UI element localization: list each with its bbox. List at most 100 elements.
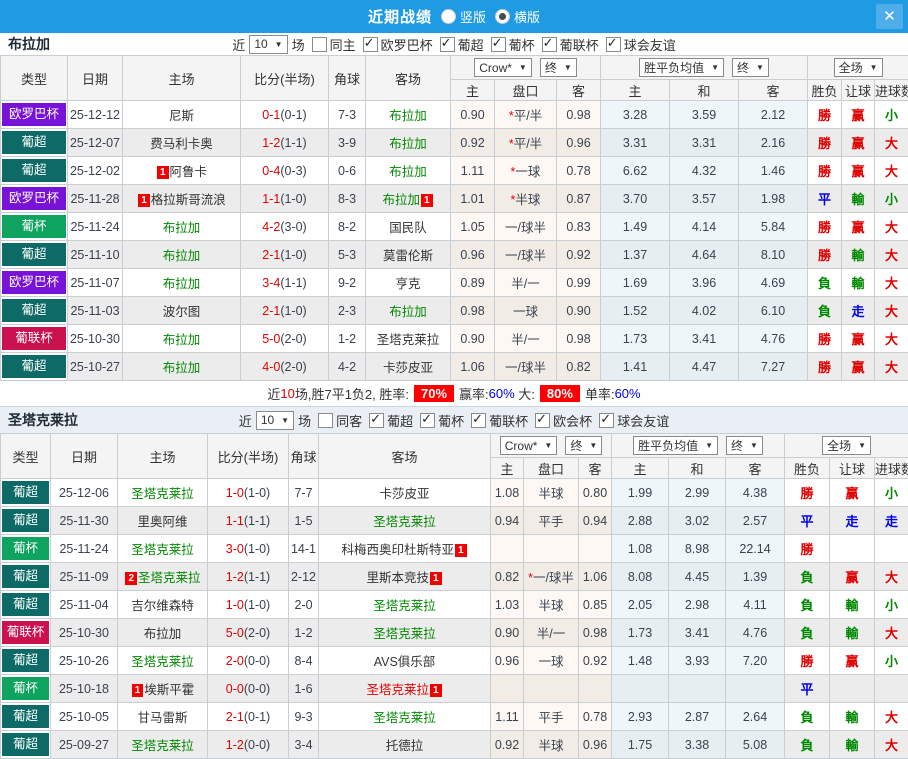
league-filter-checkbox-label[interactable]: 球会友谊 <box>617 411 669 430</box>
league-type-cell: 欧罗巴杯 <box>1 269 68 297</box>
score-cell: 2-0(0-0) <box>208 647 289 675</box>
layout-radio-vertical-label[interactable]: 竖版 <box>460 7 486 26</box>
home-team-cell: 圣塔克莱拉 <box>118 479 208 507</box>
goals-result-cell: 大 <box>875 325 908 353</box>
home-odds-cell: 0.96 <box>491 647 524 675</box>
column-header: 客 <box>557 80 601 101</box>
goals-result-cell: 小 <box>875 647 908 675</box>
league-filter-checkbox[interactable] <box>471 413 486 428</box>
league-filter-checkbox-label[interactable]: 葡杯 <box>438 411 464 430</box>
table-row: 葡超25-11-30里奥阿维1-1(1-1)1-5圣塔克莱拉0.94平手0.94… <box>1 507 908 535</box>
chevron-down-icon: ▼ <box>870 63 878 72</box>
avg-home-cell: 1.69 <box>601 269 670 297</box>
period-select[interactable]: 全场▼ <box>822 436 871 455</box>
league-filter-checkbox-label[interactable]: 球会友谊 <box>624 35 676 54</box>
table-row: 葡超25-12-021阿鲁卡0-4(0-3)0-6布拉加1.11*一球0.786… <box>1 157 908 185</box>
same-venue-checkbox-label[interactable]: 同客 <box>336 411 362 430</box>
avg-away-cell: 7.20 <box>726 647 785 675</box>
league-filter-checkbox[interactable] <box>491 37 506 52</box>
away-team-cell: 布拉加 <box>366 157 451 185</box>
away-team-cell: 布拉加1 <box>366 185 451 213</box>
odds-company-select[interactable]: Crow*▼ <box>500 436 558 455</box>
league-filter-checkbox[interactable] <box>369 413 384 428</box>
league-filter-checkbox[interactable] <box>599 413 614 428</box>
same-venue-checkbox[interactable] <box>318 413 333 428</box>
layout-radio-vertical[interactable] <box>441 9 456 24</box>
match-count-select-value: 10 <box>261 413 274 427</box>
away-team-cell: AVS俱乐部 <box>319 647 491 675</box>
avg-home-cell: 1.48 <box>612 647 669 675</box>
score-cell: 4-2(3-0) <box>241 213 329 241</box>
page-title: 近期战绩 <box>368 6 432 27</box>
avg-odds-select[interactable]: 胜平负均值▼ <box>633 436 718 455</box>
league-filter-checkbox[interactable] <box>535 413 550 428</box>
league-filter-checkbox-label[interactable]: 葡杯 <box>509 35 535 54</box>
league-filter-checkbox[interactable] <box>542 37 557 52</box>
score-cell: 5-0(2-0) <box>208 619 289 647</box>
league-type-cell: 葡超 <box>1 479 51 507</box>
league-type-cell: 葡杯 <box>1 675 51 703</box>
period-group-header: 全场▼ <box>785 434 908 458</box>
results-table: 类型日期主场比分(半场)角球客场Crow*▼终▼胜平负均值▼终▼全场▼主盘口客主… <box>0 55 908 381</box>
avg-away-cell: 2.16 <box>739 129 808 157</box>
column-header: 类型 <box>1 434 51 479</box>
goals-result-cell: 走 <box>875 507 908 535</box>
column-header: 日期 <box>51 434 118 479</box>
column-header: 角球 <box>289 434 319 479</box>
final-odds-select[interactable]: 终▼ <box>726 436 763 455</box>
handicap-cell: 半球 <box>524 479 579 507</box>
handicap-cell: *平/半 <box>495 129 557 157</box>
same-venue-checkbox[interactable] <box>312 37 327 52</box>
league-filter-checkbox-label[interactable]: 葡超 <box>458 35 484 54</box>
away-team-cell: 亨克 <box>366 269 451 297</box>
avg-home-cell: 2.93 <box>612 703 669 731</box>
odds-group-header: Crow*▼ 终▼ <box>491 434 612 458</box>
table-row: 葡杯25-11-24圣塔克莱拉3-0(1-0)14-1科梅西奥印杜斯特亚11.0… <box>1 535 908 563</box>
handicap-result-cell: 赢 <box>830 563 875 591</box>
date-cell: 25-11-07 <box>68 269 123 297</box>
column-header: 让球 <box>842 80 875 101</box>
away-team-cell: 圣塔克莱拉 <box>319 619 491 647</box>
score-cell: 2-1(1-0) <box>241 241 329 269</box>
avg-home-cell: 6.62 <box>601 157 670 185</box>
match-count-select[interactable]: 10▼ <box>249 35 287 54</box>
league-filter-checkbox[interactable] <box>363 37 378 52</box>
league-filter-checkbox-label[interactable]: 欧会杯 <box>553 411 592 430</box>
match-count-select[interactable]: 10▼ <box>256 411 294 430</box>
layout-radio-horizontal-label[interactable]: 横版 <box>514 7 540 26</box>
date-cell: 25-10-27 <box>68 353 123 381</box>
home-team-cell: 布拉加 <box>123 269 241 297</box>
close-button[interactable]: ✕ <box>876 4 903 29</box>
date-cell: 25-11-03 <box>68 297 123 325</box>
league-filter-checkbox-label[interactable]: 欧罗巴杯 <box>381 35 433 54</box>
league-filter-checkbox[interactable] <box>606 37 621 52</box>
league-badge: 葡杯 <box>2 677 49 700</box>
period-select[interactable]: 全场▼ <box>834 58 883 77</box>
final-odds-select[interactable]: 终▼ <box>565 436 602 455</box>
summary-bar: 近10场,胜7平1负2, 胜率:70%赢率:60% 大:80%单率:60% <box>0 381 908 406</box>
league-filter-checkbox-label[interactable]: 葡联杯 <box>489 411 528 430</box>
goals-result-cell <box>875 535 908 563</box>
final-odds-select[interactable]: 终▼ <box>732 58 769 77</box>
final-odds-select[interactable]: 终▼ <box>540 58 577 77</box>
goals-result-cell: 大 <box>875 731 908 759</box>
avg-odds-select[interactable]: 胜平负均值▼ <box>639 58 724 77</box>
odds-company-select[interactable]: Crow*▼ <box>474 58 532 77</box>
avg-home-cell: 2.88 <box>612 507 669 535</box>
avg-draw-cell <box>669 675 726 703</box>
away-odds-cell: 0.83 <box>557 213 601 241</box>
result-cell: 平 <box>785 507 830 535</box>
same-venue-checkbox-label[interactable]: 同主 <box>330 35 356 54</box>
layout-radio-horizontal[interactable] <box>495 9 510 24</box>
avg-draw-cell: 3.31 <box>670 129 739 157</box>
corner-cell: 7-3 <box>329 101 366 129</box>
table-row: 葡超25-12-07费马利卡奥1-2(1-1)3-9布拉加0.92*平/半0.9… <box>1 129 908 157</box>
league-filter-checkbox-label[interactable]: 葡联杯 <box>560 35 599 54</box>
league-filter-checkbox-label[interactable]: 葡超 <box>387 411 413 430</box>
league-filter-checkbox[interactable] <box>440 37 455 52</box>
column-header: 客场 <box>319 434 491 479</box>
away-odds-cell: 0.82 <box>557 353 601 381</box>
away-odds-cell <box>579 675 612 703</box>
avg-home-cell: 1.49 <box>601 213 670 241</box>
league-filter-checkbox[interactable] <box>420 413 435 428</box>
